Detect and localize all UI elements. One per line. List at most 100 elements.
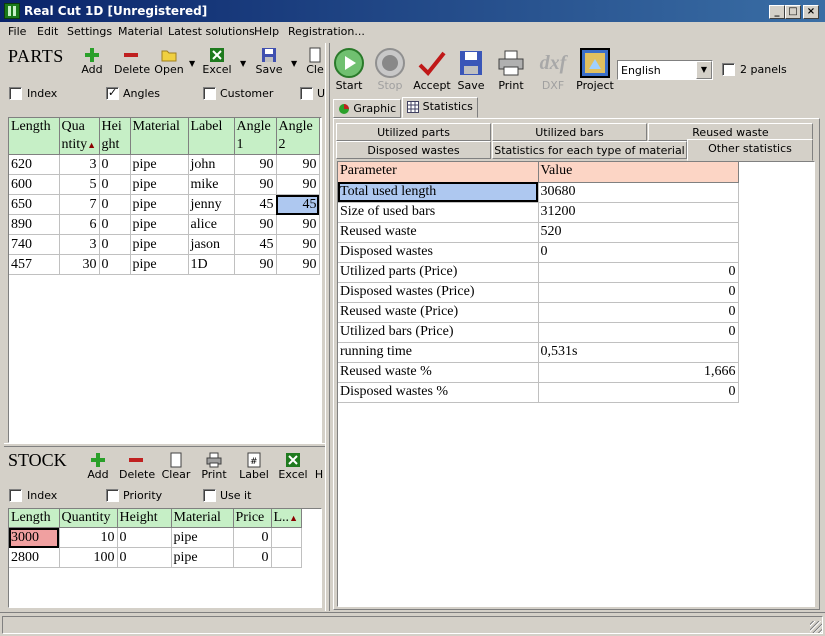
parts-add-button[interactable]: Add xyxy=(80,47,104,76)
table-cell[interactable]: 0 xyxy=(99,234,131,255)
solution-print-button[interactable]: Print xyxy=(495,47,527,92)
stock-label-button[interactable]: # Label xyxy=(239,452,269,481)
table-cell[interactable]: pipe xyxy=(171,527,234,548)
menu-material[interactable]: Material xyxy=(118,25,163,38)
tab-stats-per-material[interactable]: Statistics for each type of material xyxy=(492,141,687,159)
stock-excel-button[interactable]: Excel xyxy=(278,452,308,481)
table-cell[interactable]: jenny xyxy=(188,194,235,215)
table-row[interactable]: Disposed wastes (Price) 0 xyxy=(338,282,739,303)
table-cell[interactable]: 1D xyxy=(188,254,235,275)
col-length[interactable]: Length xyxy=(9,118,60,155)
table-row[interactable]: 600 5 0 pipe mike 90 90 xyxy=(9,174,320,195)
stat-parameter[interactable]: Reused waste (Price) xyxy=(338,302,539,323)
table-cell[interactable]: 3 xyxy=(59,154,100,175)
table-cell[interactable]: 90 xyxy=(234,174,277,195)
parts-customer-checkbox[interactable] xyxy=(203,87,216,100)
solution-save-button[interactable]: Save xyxy=(455,47,487,92)
stat-value[interactable]: 0 xyxy=(538,242,739,263)
table-row[interactable]: Utilized bars (Price) 0 xyxy=(338,322,739,343)
table-row[interactable]: Utilized parts (Price) 0 xyxy=(338,262,739,283)
table-cell[interactable] xyxy=(271,527,302,548)
table-cell[interactable]: 0 xyxy=(99,154,131,175)
stop-button[interactable]: Stop xyxy=(373,47,407,92)
close-button[interactable]: × xyxy=(803,5,819,19)
table-cell[interactable]: 457 xyxy=(9,254,60,275)
tab-utilized-parts[interactable]: Utilized parts xyxy=(336,123,491,141)
parts-angles-checkbox[interactable] xyxy=(106,86,119,100)
table-cell[interactable]: 650 xyxy=(9,194,60,215)
table-row[interactable]: Reused waste 520 xyxy=(338,222,739,243)
open-dropdown-arrow-icon[interactable]: ▼ xyxy=(189,59,195,68)
stock-h-button[interactable]: H xyxy=(314,468,324,481)
table-cell[interactable]: 0 xyxy=(99,174,131,195)
stock-useit-checkbox[interactable] xyxy=(203,489,216,502)
table-cell[interactable]: 30 xyxy=(59,254,100,275)
stat-value[interactable]: 0,531s xyxy=(538,342,739,363)
col-label[interactable]: Label xyxy=(188,118,235,155)
minimize-button[interactable]: _ xyxy=(769,5,785,19)
stat-parameter[interactable]: Utilized bars (Price) xyxy=(338,322,539,343)
col-value[interactable]: Value xyxy=(538,162,739,183)
stat-value[interactable]: 0 xyxy=(538,322,739,343)
table-row[interactable]: 457 30 0 pipe 1D 90 90 xyxy=(9,254,320,275)
parts-excel-button[interactable]: Excel xyxy=(202,47,232,76)
project-button[interactable]: Project xyxy=(575,47,615,92)
parts-grid[interactable]: Length Qua ntity▲ Hei ght Material Label… xyxy=(8,117,322,443)
stat-parameter[interactable]: Disposed wastes % xyxy=(338,382,539,403)
horizontal-splitter[interactable] xyxy=(4,443,325,447)
table-cell[interactable]: 90 xyxy=(234,214,277,235)
stock-col-l[interactable]: L..▲ xyxy=(271,509,302,528)
vertical-splitter[interactable] xyxy=(325,43,330,611)
stock-delete-button[interactable]: Delete xyxy=(119,452,155,481)
table-row[interactable]: running time 0,531s xyxy=(338,342,739,363)
stock-col-length[interactable]: Length xyxy=(9,509,60,528)
stat-parameter[interactable]: Disposed wastes (Price) xyxy=(338,282,539,303)
table-row[interactable]: Size of used bars 31200 xyxy=(338,202,739,223)
stat-value[interactable]: 0 xyxy=(538,302,739,323)
table-cell[interactable]: jason xyxy=(188,234,235,255)
two-panels-checkbox[interactable] xyxy=(722,63,735,76)
start-button[interactable]: Start xyxy=(333,47,365,92)
resize-grip-icon[interactable] xyxy=(810,621,822,633)
table-cell[interactable]: 7 xyxy=(59,194,100,215)
table-row[interactable]: 2800 100 0 pipe 0 xyxy=(9,547,302,568)
stat-parameter[interactable]: Utilized parts (Price) xyxy=(338,262,539,283)
table-cell[interactable]: 45 xyxy=(234,234,277,255)
table-cell[interactable]: 90 xyxy=(276,214,320,235)
stat-value[interactable]: 0 xyxy=(538,262,739,283)
table-cell[interactable]: mike xyxy=(188,174,235,195)
chevron-down-icon[interactable]: ▼ xyxy=(696,61,712,79)
table-cell[interactable]: 890 xyxy=(9,214,60,235)
menu-latest-solutions[interactable]: Latest solutions xyxy=(168,25,255,38)
stat-value[interactable]: 30680 xyxy=(538,182,739,203)
table-cell[interactable]: pipe xyxy=(130,214,189,235)
stock-index-checkbox[interactable] xyxy=(9,489,22,502)
col-angle2[interactable]: Angle 2 xyxy=(276,118,320,155)
table-cell[interactable]: 10 xyxy=(59,527,118,548)
tab-graphic[interactable]: Graphic xyxy=(333,99,401,118)
stock-col-quantity[interactable]: Quantity xyxy=(59,509,118,528)
table-cell[interactable]: pipe xyxy=(130,174,189,195)
table-cell[interactable]: 0 xyxy=(233,547,272,568)
accept-button[interactable]: Accept xyxy=(413,47,451,92)
table-cell[interactable]: pipe xyxy=(130,254,189,275)
stat-parameter[interactable]: Reused waste % xyxy=(338,362,539,383)
table-cell[interactable]: 620 xyxy=(9,154,60,175)
menu-help[interactable]: Help xyxy=(254,25,279,38)
menu-edit[interactable]: Edit xyxy=(37,25,58,38)
stat-parameter[interactable]: Size of used bars xyxy=(338,202,539,223)
col-height[interactable]: Hei ght xyxy=(99,118,131,155)
excel-dropdown-arrow-icon[interactable]: ▼ xyxy=(240,59,246,68)
table-cell[interactable]: 740 xyxy=(9,234,60,255)
stat-value[interactable]: 0 xyxy=(538,282,739,303)
menu-file[interactable]: File xyxy=(8,25,26,38)
table-cell[interactable]: 0 xyxy=(117,547,172,568)
stock-add-button[interactable]: Add xyxy=(86,452,110,481)
table-cell[interactable]: 2800 xyxy=(9,547,60,568)
stat-value[interactable]: 0 xyxy=(538,382,739,403)
table-row[interactable]: 740 3 0 pipe jason 45 90 xyxy=(9,234,320,255)
stat-parameter[interactable]: Total used length xyxy=(338,182,539,203)
table-cell[interactable]: john xyxy=(188,154,235,175)
stat-parameter[interactable]: Disposed wastes xyxy=(338,242,539,263)
menu-settings[interactable]: Settings xyxy=(67,25,112,38)
